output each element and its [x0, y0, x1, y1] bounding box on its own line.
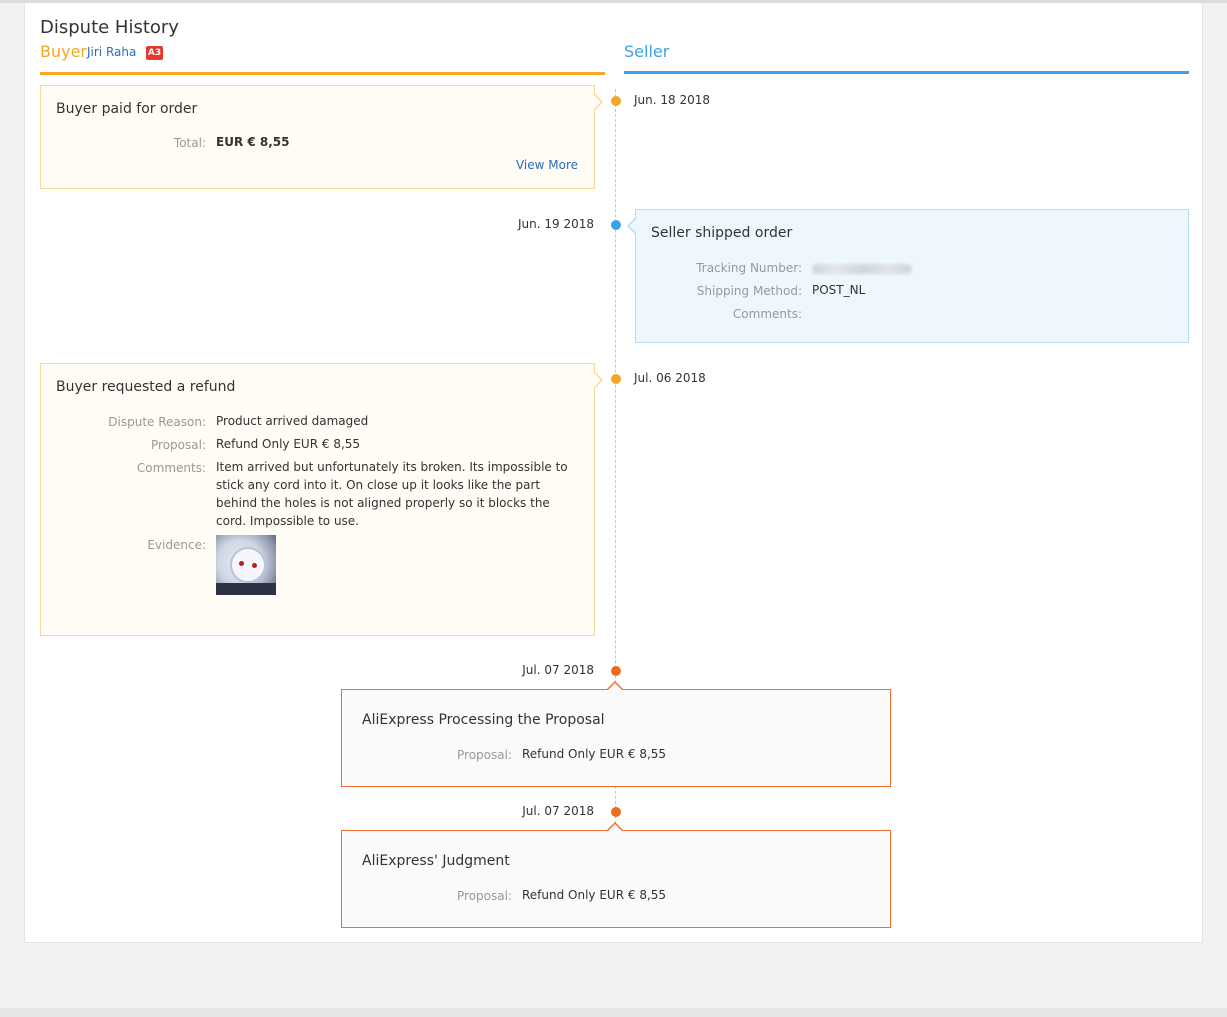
tracking-number-redacted: [812, 264, 912, 274]
view-more-link[interactable]: View More: [516, 158, 578, 172]
shipping-method-value: POST_NL: [812, 283, 866, 297]
total-value: EUR € 8,55: [216, 135, 290, 149]
buyer-name-link[interactable]: Jiri Raha: [87, 45, 136, 59]
dispute-reason-label: Dispute Reason:: [108, 415, 206, 429]
buyer-column-underline: [40, 72, 605, 75]
timeline-dot-buyer: [611, 96, 621, 106]
event-title: AliExpress Processing the Proposal: [362, 712, 605, 728]
shipping-method-label: Shipping Method:: [696, 284, 802, 298]
dispute-history-panel: Dispute History Buyer Jiri Raha A3 Selle…: [24, 3, 1203, 943]
event-date: Jul. 07 2018: [522, 804, 594, 818]
card-pointer-fill: [608, 683, 622, 690]
page-title: Dispute History: [40, 17, 179, 38]
evidence-thumbnail[interactable]: [216, 535, 276, 595]
event-card-buyer-paid: Buyer paid for order Total: EUR € 8,55 V…: [40, 85, 603, 189]
event-card-processing: AliExpress Processing the Proposal Propo…: [341, 681, 891, 787]
proposal-value: Refund Only EUR € 8,55: [522, 888, 667, 902]
comments-value: Item arrived but unfortunately its broke…: [216, 460, 568, 528]
bottom-bar: [0, 1008, 1227, 1017]
event-title: Buyer paid for order: [56, 101, 198, 117]
event-title: Buyer requested a refund: [56, 379, 236, 395]
timeline-dot-buyer: [611, 374, 621, 384]
socket-base: [216, 583, 276, 595]
socket-image: [230, 547, 266, 583]
card-pointer-fill: [594, 373, 601, 387]
timeline-dot-platform: [611, 807, 621, 817]
proposal-value: Refund Only EUR € 8,55: [522, 747, 667, 761]
proposal-value: Refund Only EUR € 8,55: [216, 437, 361, 451]
event-card-refund-request: Buyer requested a refund Dispute Reason:…: [40, 363, 603, 636]
proposal-label: Proposal:: [457, 748, 512, 762]
total-label: Total:: [173, 136, 206, 150]
proposal-label: Proposal:: [151, 438, 206, 452]
proposal-label: Proposal:: [457, 889, 512, 903]
seller-column-underline: [624, 71, 1189, 74]
card-pointer-fill: [629, 219, 636, 233]
socket-hole: [252, 563, 257, 568]
timeline-dot-platform: [611, 666, 621, 676]
event-title: AliExpress' Judgment: [362, 853, 510, 869]
timeline-axis: [615, 89, 616, 919]
timeline-dot-seller: [611, 220, 621, 230]
event-date: Jul. 06 2018: [634, 371, 706, 385]
card-pointer-fill: [608, 824, 622, 831]
socket-hole: [239, 561, 244, 566]
buyer-column-label: Buyer: [40, 42, 88, 61]
tracking-number-label: Tracking Number:: [696, 261, 802, 275]
event-title: Seller shipped order: [651, 225, 793, 241]
seller-column-label: Seller: [624, 42, 670, 61]
event-card-seller-shipped: Seller shipped order Tracking Number: Sh…: [627, 209, 1189, 343]
buyer-level-badge: A3: [146, 46, 163, 60]
event-date: Jun. 19 2018: [517, 217, 594, 231]
event-card-judgment: AliExpress' Judgment Proposal: Refund On…: [341, 822, 891, 928]
event-date: Jun. 18 2018: [634, 93, 711, 107]
card-pointer-fill: [594, 95, 601, 109]
evidence-label: Evidence:: [147, 538, 206, 552]
event-date: Jul. 07 2018: [522, 663, 594, 677]
comments-label: Comments:: [732, 307, 802, 321]
comments-label: Comments:: [136, 461, 206, 475]
dispute-reason-value: Product arrived damaged: [216, 414, 369, 428]
